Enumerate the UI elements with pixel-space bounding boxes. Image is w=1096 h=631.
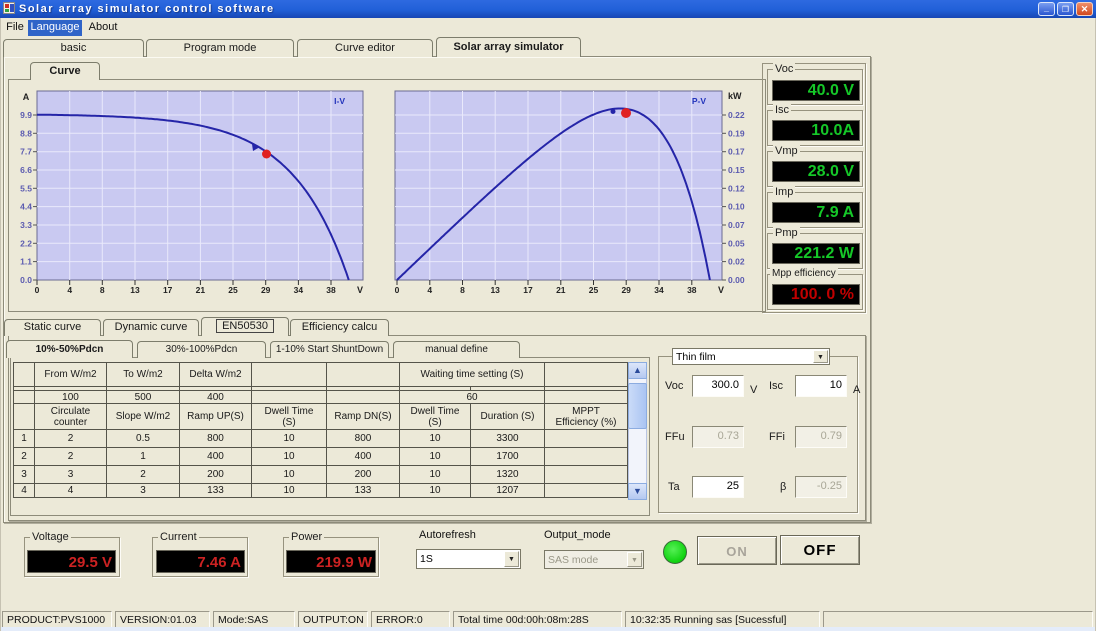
- svg-text:7.7: 7.7: [20, 147, 32, 157]
- svg-text:21: 21: [556, 285, 566, 295]
- svg-text:17: 17: [523, 285, 533, 295]
- svg-text:0: 0: [395, 285, 400, 295]
- svg-text:4: 4: [67, 285, 72, 295]
- svg-text:1.1: 1.1: [20, 257, 32, 267]
- svg-text:25: 25: [589, 285, 599, 295]
- svg-text:V: V: [357, 285, 363, 295]
- svg-text:17: 17: [163, 285, 173, 295]
- svg-text:0.12: 0.12: [728, 183, 745, 193]
- svg-text:0: 0: [35, 285, 40, 295]
- svg-text:5.5: 5.5: [20, 183, 32, 193]
- svg-text:0.17: 0.17: [728, 147, 745, 157]
- svg-text:0.05: 0.05: [728, 238, 745, 248]
- svg-text:4.4: 4.4: [20, 202, 32, 212]
- svg-text:13: 13: [130, 285, 140, 295]
- svg-text:3.3: 3.3: [20, 220, 32, 230]
- svg-text:0.10: 0.10: [728, 202, 745, 212]
- svg-text:4: 4: [427, 285, 432, 295]
- svg-text:P-V: P-V: [692, 96, 707, 106]
- svg-text:38: 38: [326, 285, 336, 295]
- svg-text:8: 8: [460, 285, 465, 295]
- svg-text:29: 29: [261, 285, 271, 295]
- svg-text:8: 8: [100, 285, 105, 295]
- svg-text:0.00: 0.00: [728, 275, 745, 285]
- svg-text:kW: kW: [728, 91, 742, 101]
- svg-text:9.9: 9.9: [20, 110, 32, 120]
- svg-text:38: 38: [687, 285, 697, 295]
- svg-text:0.07: 0.07: [728, 220, 745, 230]
- svg-text:13: 13: [490, 285, 500, 295]
- svg-text:34: 34: [654, 285, 664, 295]
- svg-text:25: 25: [228, 285, 238, 295]
- svg-text:0.19: 0.19: [728, 128, 745, 138]
- svg-text:2.2: 2.2: [20, 238, 32, 248]
- svg-text:34: 34: [294, 285, 304, 295]
- svg-text:6.6: 6.6: [20, 165, 32, 175]
- svg-text:8.8: 8.8: [20, 128, 32, 138]
- svg-text:0.02: 0.02: [728, 257, 745, 267]
- svg-text:0.0: 0.0: [20, 275, 32, 285]
- svg-text:0.15: 0.15: [728, 165, 745, 175]
- svg-text:A: A: [23, 92, 30, 102]
- svg-text:21: 21: [196, 285, 206, 295]
- svg-text:I-V: I-V: [334, 96, 345, 106]
- svg-text:29: 29: [621, 285, 631, 295]
- svg-text:0.22: 0.22: [728, 110, 745, 120]
- svg-text:V: V: [718, 285, 724, 295]
